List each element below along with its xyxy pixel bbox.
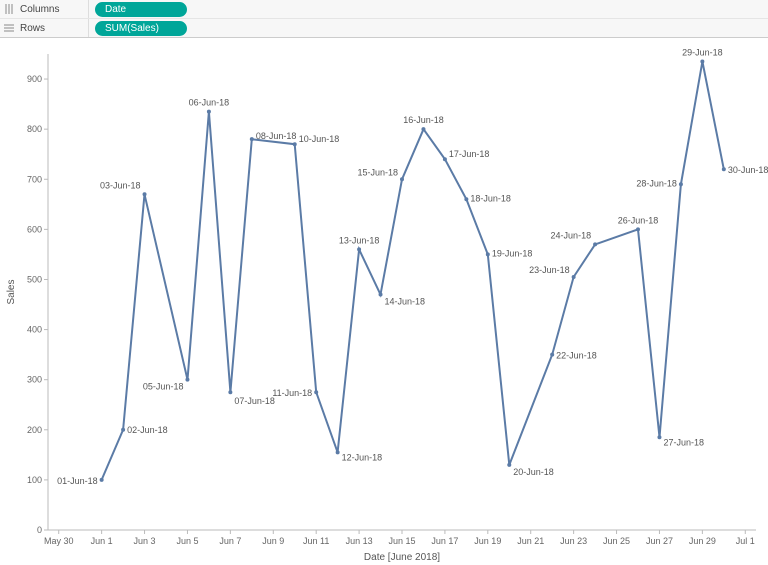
x-tick-label: Jun 5 xyxy=(176,536,198,546)
x-tick-label: Jul 1 xyxy=(736,536,755,546)
rows-shelf[interactable]: Rows SUM(Sales) xyxy=(0,18,768,37)
data-point[interactable] xyxy=(464,197,468,201)
data-point[interactable] xyxy=(400,177,404,181)
data-point-label: 22-Jun-18 xyxy=(556,351,597,361)
shelf-area: Columns Date Rows SUM(Sales) xyxy=(0,0,768,38)
y-tick-label: 400 xyxy=(27,325,42,335)
data-point-label: 29-Jun-18 xyxy=(682,48,723,58)
columns-pill[interactable]: Date xyxy=(95,2,187,17)
y-tick-label: 100 xyxy=(27,475,42,485)
chart-area: 0 100 200 300 400 500 600 700 800 900 May 30 Jun 1 J… xyxy=(0,38,768,564)
x-tick-label: Jun 11 xyxy=(303,536,329,546)
columns-icon xyxy=(0,3,18,15)
data-point[interactable] xyxy=(443,157,447,161)
x-tick-label: Jun 29 xyxy=(689,536,716,546)
x-tick-label: Jun 19 xyxy=(474,536,501,546)
y-tick-label: 500 xyxy=(27,274,42,284)
x-tick-label: Jun 25 xyxy=(603,536,630,546)
data-point-label: 20-Jun-18 xyxy=(513,467,554,477)
rows-pill[interactable]: SUM(Sales) xyxy=(95,21,187,36)
data-point[interactable] xyxy=(314,390,318,394)
x-tick-label: Jun 21 xyxy=(517,536,544,546)
data-point[interactable] xyxy=(572,275,576,279)
x-tick-label: Jun 3 xyxy=(134,536,156,546)
y-tick-label: 700 xyxy=(27,174,42,184)
rows-shelf-label: Rows xyxy=(18,19,89,37)
data-point[interactable] xyxy=(593,242,597,246)
data-point[interactable] xyxy=(228,390,232,394)
x-tick-label: May 30 xyxy=(44,536,74,546)
data-point[interactable] xyxy=(357,247,361,251)
x-tick-label: Jun 9 xyxy=(262,536,284,546)
y-tick-label: 600 xyxy=(27,224,42,234)
x-tick-label: Jun 17 xyxy=(431,536,458,546)
data-point[interactable] xyxy=(679,182,683,186)
data-point[interactable] xyxy=(143,192,147,196)
data-point-label: 24-Jun-18 xyxy=(551,230,592,240)
columns-shelf[interactable]: Columns Date xyxy=(0,0,768,18)
data-point-label: 11-Jun-18 xyxy=(272,388,312,398)
x-tick-label: Jun 13 xyxy=(346,536,373,546)
data-point[interactable] xyxy=(207,110,211,114)
data-point-label: 02-Jun-18 xyxy=(127,425,168,435)
y-tick-label: 0 xyxy=(37,525,42,535)
data-point-label: 28-Jun-18 xyxy=(636,178,677,188)
x-tick-label: Jun 27 xyxy=(646,536,673,546)
data-point[interactable] xyxy=(185,378,189,382)
data-point-label: 19-Jun-18 xyxy=(492,248,533,258)
data-point[interactable] xyxy=(486,252,490,256)
data-point[interactable] xyxy=(293,142,297,146)
data-point[interactable] xyxy=(379,293,383,297)
x-tick-label: Jun 7 xyxy=(219,536,241,546)
data-point-label: 26-Jun-18 xyxy=(618,215,659,225)
data-point-label: 06-Jun-18 xyxy=(189,98,230,108)
data-point[interactable] xyxy=(657,435,661,439)
data-point-label: 05-Jun-18 xyxy=(143,382,184,392)
data-point[interactable] xyxy=(250,137,254,141)
data-point-label: 10-Jun-18 xyxy=(299,134,340,144)
data-point-label: 12-Jun-18 xyxy=(342,452,383,462)
data-point-label: 15-Jun-18 xyxy=(357,167,398,177)
x-tick-label: Jun 23 xyxy=(560,536,587,546)
x-axis-title: Date [June 2018] xyxy=(364,552,440,563)
x-tick-label: Jun 15 xyxy=(388,536,415,546)
data-point[interactable] xyxy=(700,60,704,64)
x-tick-label: Jun 1 xyxy=(91,536,113,546)
y-tick-label: 200 xyxy=(27,425,42,435)
data-point-label: 16-Jun-18 xyxy=(403,115,444,125)
data-point-label: 17-Jun-18 xyxy=(449,149,490,159)
data-point-label: 18-Jun-18 xyxy=(470,193,511,203)
y-tick-label: 800 xyxy=(27,124,42,134)
data-point[interactable] xyxy=(722,167,726,171)
data-point[interactable] xyxy=(121,428,125,432)
data-point[interactable] xyxy=(550,353,554,357)
data-point[interactable] xyxy=(507,463,511,467)
data-point-label: 27-Jun-18 xyxy=(663,437,704,447)
data-point[interactable] xyxy=(336,450,340,454)
y-tick-label: 900 xyxy=(27,74,42,84)
data-point-label: 03-Jun-18 xyxy=(100,180,141,190)
data-point[interactable] xyxy=(100,478,104,482)
data-point-label: 01-Jun-18 xyxy=(57,476,98,486)
data-point-label: 13-Jun-18 xyxy=(339,235,380,245)
data-point-label: 08-Jun-18 xyxy=(256,131,297,141)
data-point-label: 23-Jun-18 xyxy=(529,265,570,275)
line-chart: 0 100 200 300 400 500 600 700 800 900 May 30 Jun 1 J… xyxy=(0,38,768,564)
data-point-label: 14-Jun-18 xyxy=(385,297,426,307)
y-axis-title: Sales xyxy=(6,279,17,304)
y-tick-label: 300 xyxy=(27,375,42,385)
data-point-label: 07-Jun-18 xyxy=(234,396,275,406)
data-point-label: 30-Jun-18 xyxy=(728,165,768,175)
data-point[interactable] xyxy=(421,127,425,131)
columns-shelf-label: Columns xyxy=(18,0,89,18)
data-point[interactable] xyxy=(636,227,640,231)
rows-icon xyxy=(0,22,18,34)
